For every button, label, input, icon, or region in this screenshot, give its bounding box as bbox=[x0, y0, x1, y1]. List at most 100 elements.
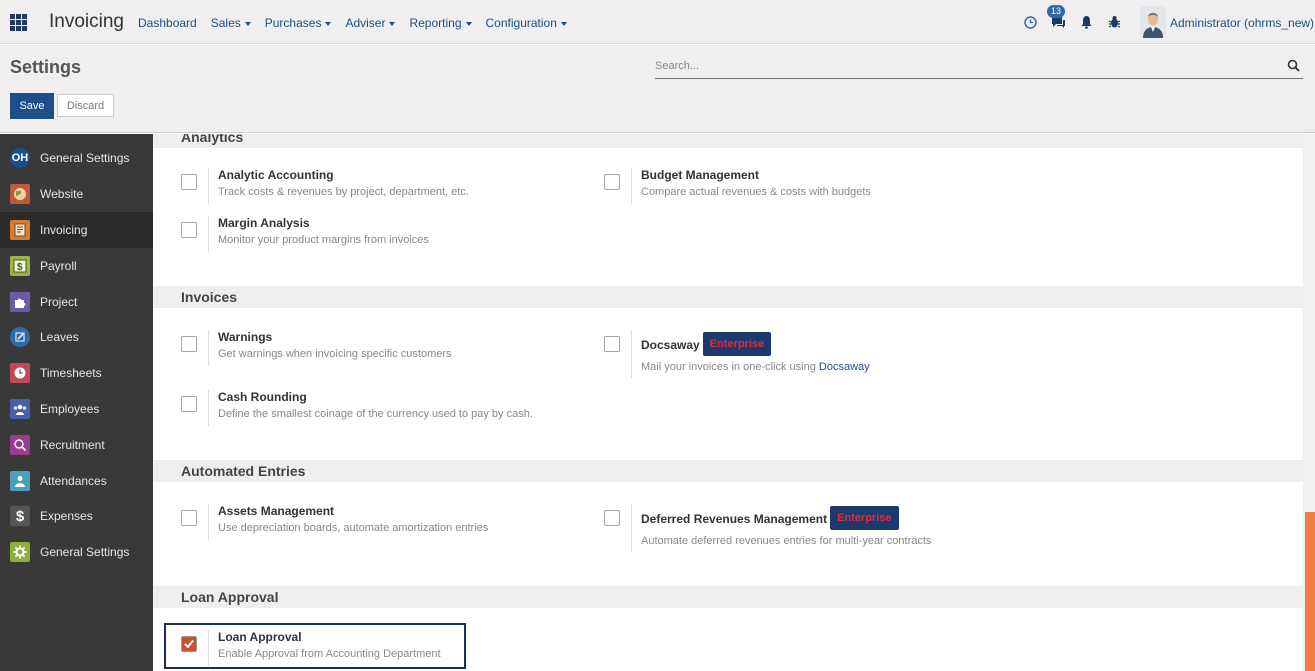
apps-grid-icon[interactable] bbox=[10, 14, 27, 31]
checkbox[interactable] bbox=[181, 396, 197, 412]
sidebar-item-recruitment[interactable]: Recruitment bbox=[0, 427, 153, 463]
clock-icon[interactable] bbox=[1022, 12, 1038, 32]
section-title: Invoices bbox=[181, 289, 238, 305]
bug-icon[interactable] bbox=[1106, 12, 1122, 32]
main-menu: Dashboard Sales Purchases Adviser Report… bbox=[138, 16, 581, 30]
section-header-loan-approval: Loan Approval bbox=[153, 586, 1303, 608]
checkbox[interactable] bbox=[604, 336, 620, 352]
highlight-frame bbox=[164, 623, 466, 669]
sidebar-item-attendances[interactable]: Attendances bbox=[0, 463, 153, 499]
setting-title: Analytic Accounting bbox=[218, 168, 334, 182]
divider bbox=[208, 504, 209, 540]
setting-title: Budget Management bbox=[641, 168, 760, 182]
section-header-automated-entries: Automated Entries bbox=[153, 460, 1303, 482]
setting-description: Define the smallest coinage of the curre… bbox=[218, 408, 533, 420]
menu-sales[interactable]: Sales bbox=[211, 16, 251, 30]
section-header-invoices: Invoices bbox=[153, 286, 1303, 308]
sidebar-item-timesheets[interactable]: Timesheets bbox=[0, 355, 153, 391]
enterprise-badge[interactable]: Enterprise bbox=[702, 332, 772, 356]
invoice-icon bbox=[10, 220, 30, 240]
section-title: Analytics bbox=[181, 134, 244, 145]
divider bbox=[208, 330, 209, 366]
setting-description: Enable Approval from Accounting Departme… bbox=[218, 648, 441, 660]
sidebar-item-payroll[interactable]: $ Payroll bbox=[0, 248, 153, 284]
enterprise-badge[interactable]: Enterprise bbox=[830, 506, 899, 530]
search-box bbox=[655, 55, 1303, 79]
section-header-analytics: Analytics bbox=[153, 134, 1303, 148]
setting-description: Get warnings when invoicing specific cus… bbox=[218, 348, 452, 360]
caret-down-icon bbox=[389, 21, 396, 26]
setting-title: Cash Rounding bbox=[218, 390, 307, 404]
sidebar-item-project[interactable]: Project bbox=[0, 284, 153, 320]
sidebar-item-expenses[interactable]: $ Expenses bbox=[0, 498, 153, 534]
divider bbox=[208, 390, 209, 426]
checkbox[interactable] bbox=[181, 174, 197, 190]
search-input[interactable] bbox=[655, 55, 1265, 77]
checkbox[interactable] bbox=[604, 174, 620, 190]
bell-icon[interactable] bbox=[1078, 12, 1094, 32]
divider bbox=[208, 216, 209, 252]
sidebar-item-general-settings-2[interactable]: General Settings bbox=[0, 534, 153, 570]
menu-dashboard[interactable]: Dashboard bbox=[138, 16, 197, 30]
settings-content: Analytics Analytic Accounting Track cost… bbox=[153, 134, 1303, 671]
sidebar-item-general-settings[interactable]: OH General Settings bbox=[0, 140, 153, 176]
divider bbox=[631, 168, 632, 204]
gear-icon bbox=[10, 542, 30, 562]
attendance-icon bbox=[10, 471, 30, 491]
setting-title: Assets Management bbox=[218, 504, 335, 518]
sidebar-item-employees[interactable]: Employees bbox=[0, 391, 153, 427]
divider bbox=[208, 630, 209, 666]
user-menu[interactable]: Administrator (ohrms_new) bbox=[1170, 16, 1314, 30]
clock-icon bbox=[10, 363, 30, 383]
top-navbar: Invoicing Dashboard Sales Purchases Advi… bbox=[0, 0, 1315, 44]
leaves-icon bbox=[10, 327, 30, 347]
svg-text:$: $ bbox=[17, 262, 23, 273]
setting-title: Warnings bbox=[218, 330, 273, 344]
setting-title: Docsaway Enterprise bbox=[641, 332, 772, 358]
save-button[interactable]: Save bbox=[10, 93, 54, 119]
search-icon[interactable] bbox=[1287, 59, 1300, 72]
messages-count-badge: 13 bbox=[1047, 5, 1066, 18]
docsaway-link[interactable]: Docsaway bbox=[819, 361, 870, 373]
sidebar-item-leaves[interactable]: Leaves bbox=[0, 319, 153, 355]
caret-down-icon bbox=[244, 21, 251, 26]
checkbox[interactable] bbox=[181, 336, 197, 352]
caret-down-icon bbox=[560, 21, 567, 26]
setting-title: Margin Analysis bbox=[218, 216, 310, 230]
sidebar-item-invoicing[interactable]: Invoicing bbox=[0, 212, 153, 248]
dollar-icon: $ bbox=[10, 506, 30, 526]
menu-configuration[interactable]: Configuration bbox=[486, 16, 567, 30]
divider bbox=[208, 168, 209, 204]
checkbox[interactable] bbox=[181, 222, 197, 238]
settings-sidebar: OH General Settings Website Invoicing $ … bbox=[0, 134, 153, 671]
setting-description: Compare actual revenues & costs with bud… bbox=[641, 186, 871, 198]
setting-description: Monitor your product margins from invoic… bbox=[218, 234, 429, 246]
section-title: Loan Approval bbox=[181, 589, 279, 605]
checkbox[interactable] bbox=[604, 510, 620, 526]
divider bbox=[631, 330, 632, 378]
scrollbar[interactable] bbox=[1303, 134, 1315, 671]
divider bbox=[631, 504, 632, 552]
menu-adviser[interactable]: Adviser bbox=[345, 16, 396, 30]
scrollbar-thumb[interactable] bbox=[1305, 512, 1315, 671]
sidebar-item-website[interactable]: Website bbox=[0, 176, 153, 212]
section-title: Automated Entries bbox=[181, 463, 306, 479]
people-icon bbox=[10, 399, 30, 419]
discard-button[interactable]: Discard bbox=[57, 94, 114, 117]
avatar[interactable] bbox=[1140, 6, 1166, 38]
setting-description: Automate deferred revenues entries for m… bbox=[641, 535, 932, 547]
control-panel: Settings Save Discard bbox=[0, 45, 1315, 133]
payroll-icon: $ bbox=[10, 256, 30, 276]
caret-down-icon bbox=[465, 21, 472, 26]
setting-description: Track costs & revenues by project, depar… bbox=[218, 186, 469, 198]
menu-reporting[interactable]: Reporting bbox=[409, 16, 472, 30]
menu-purchases[interactable]: Purchases bbox=[265, 16, 332, 30]
checkbox-checked[interactable] bbox=[181, 636, 197, 652]
page-title: Settings bbox=[10, 57, 82, 77]
checkbox[interactable] bbox=[181, 510, 197, 526]
oh-logo-icon: OH bbox=[10, 148, 30, 168]
setting-title: Deferred Revenues Management Enterprise bbox=[641, 506, 899, 532]
setting-description: Use depreciation boards, automate amorti… bbox=[218, 522, 489, 534]
caret-down-icon bbox=[325, 21, 332, 26]
puzzle-icon bbox=[10, 292, 30, 312]
